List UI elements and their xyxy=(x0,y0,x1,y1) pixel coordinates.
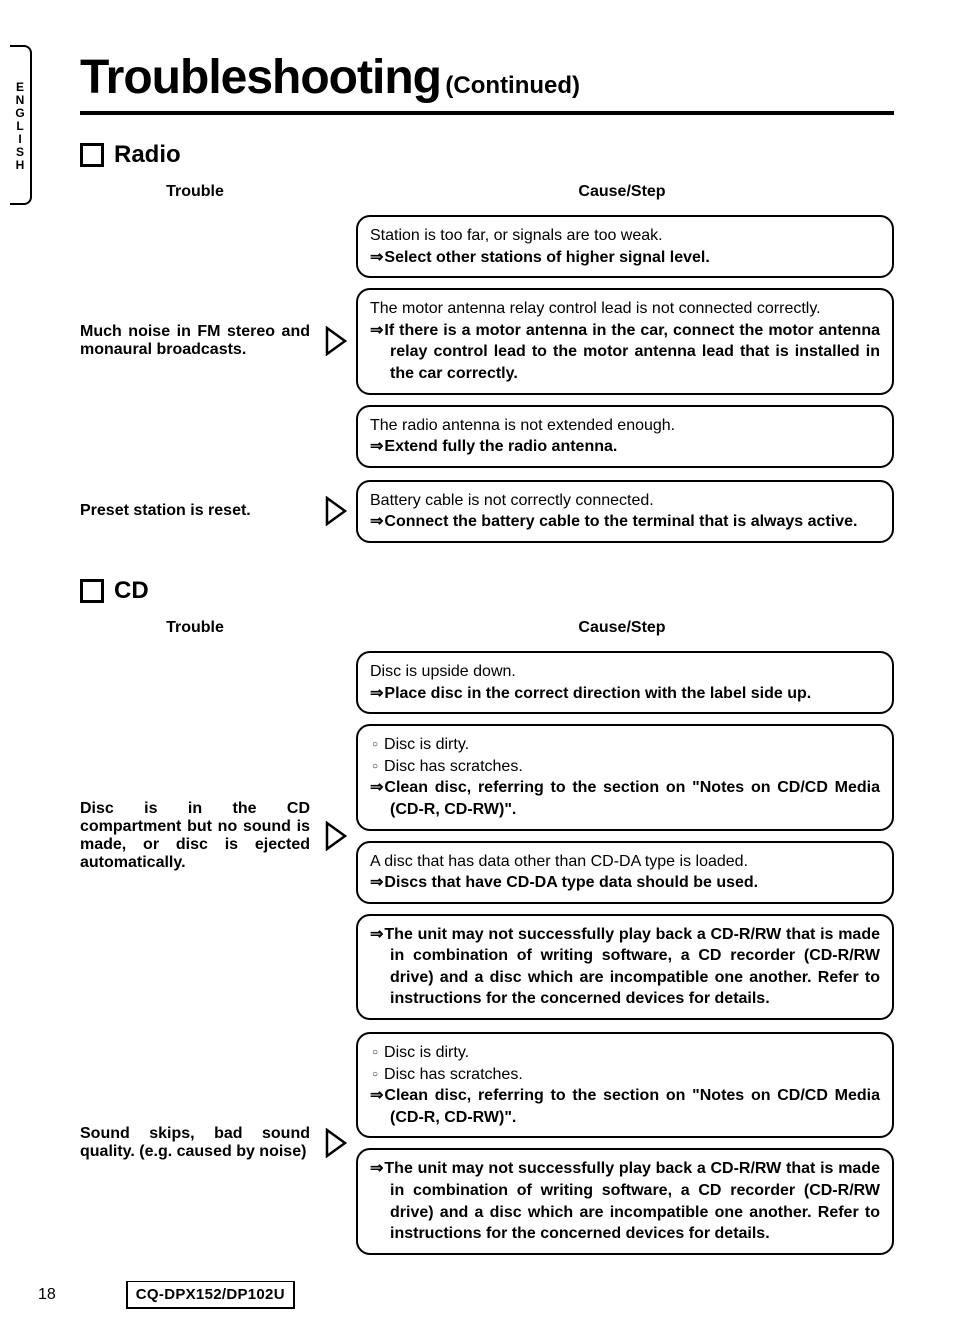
page-number: 18 xyxy=(38,1286,56,1304)
cause-box: Battery cable is not correctly connected… xyxy=(356,480,894,543)
col-cause: Cause/Step xyxy=(350,183,894,201)
cause-bullet: Disc is dirty. xyxy=(372,1042,880,1064)
section-heading-cd: CD xyxy=(80,577,894,605)
table-header: Trouble Cause/Step xyxy=(80,619,894,637)
cause-text: Station is too far, or signals are too w… xyxy=(370,225,880,247)
cause-box: The radio antenna is not extended enough… xyxy=(356,405,894,468)
cause-bullet: Disc is dirty. xyxy=(372,734,880,756)
radio-table: Trouble Cause/Step Much noise in FM ster… xyxy=(80,183,894,543)
section-heading-label: CD xyxy=(114,577,149,605)
step-text: Select other stations of higher signal l… xyxy=(370,247,880,269)
col-trouble: Trouble xyxy=(80,619,310,637)
cause-text: The motor antenna relay control lead is … xyxy=(370,298,880,320)
step-text: Extend fully the radio antenna. xyxy=(370,436,880,458)
trouble-text: Disc is in the CD compartment but no sou… xyxy=(80,651,316,1020)
cause-text: Battery cable is not correctly connected… xyxy=(370,490,880,512)
square-bullet-icon xyxy=(80,579,104,603)
cause-bullet: Disc has scratches. xyxy=(372,756,880,778)
step-text: Connect the battery cable to the termina… xyxy=(370,511,880,533)
cd-table: Trouble Cause/Step Disc is in the CD com… xyxy=(80,619,894,1255)
model-label: CQ-DPX152/DP102U xyxy=(126,1281,295,1309)
cause-box: Station is too far, or signals are too w… xyxy=(356,215,894,278)
table-row: Disc is in the CD compartment but no sou… xyxy=(80,651,894,1020)
arrow-icon xyxy=(316,480,356,543)
step-text: If there is a motor antenna in the car, … xyxy=(370,320,880,385)
step-text: Discs that have CD-DA type data should b… xyxy=(370,872,880,894)
section-heading-label: Radio xyxy=(114,141,181,169)
step-text: Place disc in the correct direction with… xyxy=(370,683,880,705)
cause-box: The unit may not successfully play back … xyxy=(356,1148,894,1254)
footer: 18 CQ-DPX152/DP102U xyxy=(38,1281,295,1309)
trouble-text: Preset station is reset. xyxy=(80,480,316,543)
step-text: The unit may not successfully play back … xyxy=(370,924,880,1010)
page-subtitle: (Continued) xyxy=(445,72,580,99)
cause-box: Disc is dirty. Disc has scratches. Clean… xyxy=(356,724,894,830)
cause-box: Disc is upside down. Place disc in the c… xyxy=(356,651,894,714)
cause-box: A disc that has data other than CD-DA ty… xyxy=(356,841,894,904)
arrow-icon xyxy=(316,1032,356,1255)
language-tab: ENGLISH xyxy=(10,45,32,205)
cause-box: The unit may not successfully play back … xyxy=(356,914,894,1020)
page-content: Troubleshooting (Continued) Radio Troubl… xyxy=(0,0,954,1285)
trouble-text: Sound skips, bad sound quality. (e.g. ca… xyxy=(80,1032,316,1255)
col-cause: Cause/Step xyxy=(350,619,894,637)
cause-text: The radio antenna is not extended enough… xyxy=(370,415,880,437)
arrow-icon xyxy=(316,651,356,1020)
trouble-text: Much noise in FM stereo and monaural bro… xyxy=(80,215,316,468)
page-title: Troubleshooting xyxy=(80,51,441,104)
step-text: Clean disc, referring to the section on … xyxy=(370,777,880,820)
arrow-icon xyxy=(316,215,356,468)
table-header: Trouble Cause/Step xyxy=(80,183,894,201)
section-heading-radio: Radio xyxy=(80,141,894,169)
cause-text: Disc is upside down. xyxy=(370,661,880,683)
col-trouble: Trouble xyxy=(80,183,310,201)
cause-box: The motor antenna relay control lead is … xyxy=(356,288,894,394)
cause-text: A disc that has data other than CD-DA ty… xyxy=(370,851,880,873)
step-text: Clean disc, referring to the section on … xyxy=(370,1085,880,1128)
cause-box: Disc is dirty. Disc has scratches. Clean… xyxy=(356,1032,894,1138)
title-row: Troubleshooting (Continued) xyxy=(80,50,894,115)
table-row: Much noise in FM stereo and monaural bro… xyxy=(80,215,894,468)
table-row: Preset station is reset. Battery cable i… xyxy=(80,480,894,543)
cause-bullet: Disc has scratches. xyxy=(372,1064,880,1086)
table-row: Sound skips, bad sound quality. (e.g. ca… xyxy=(80,1032,894,1255)
step-text: The unit may not successfully play back … xyxy=(370,1158,880,1244)
square-bullet-icon xyxy=(80,143,104,167)
